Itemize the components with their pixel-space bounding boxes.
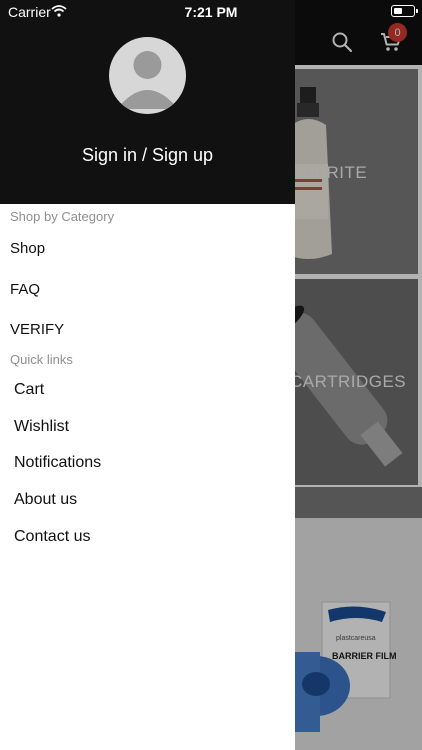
nav-item-verify[interactable]: VERIFY [10,321,64,338]
sign-in-link[interactable]: Sign in / Sign up [0,145,295,166]
quick-link-notifications[interactable]: Notifications [14,454,101,472]
drawer-header: Sign in / Sign up [0,0,295,204]
quick-link-wishlist[interactable]: Wishlist [14,418,69,436]
avatar[interactable] [109,37,186,114]
user-icon [117,51,178,109]
nav-item-faq[interactable]: FAQ [10,281,40,298]
quick-link-contact-us[interactable]: Contact us [14,528,90,546]
section-label-quick-links: Quick links [10,352,73,367]
battery-icon [391,5,415,17]
navigation-drawer: Sign in / Sign up Shop by Category Shop … [0,0,295,750]
section-label-shop-by-category: Shop by Category [10,209,115,224]
quick-link-about-us[interactable]: About us [14,491,77,509]
battery-tip [416,9,418,13]
clock: 7:21 PM [184,4,238,20]
nav-item-shop[interactable]: Shop [10,240,45,257]
status-bar: Carrier 7:21 PM [0,0,422,22]
quick-link-cart[interactable]: Cart [14,381,44,399]
